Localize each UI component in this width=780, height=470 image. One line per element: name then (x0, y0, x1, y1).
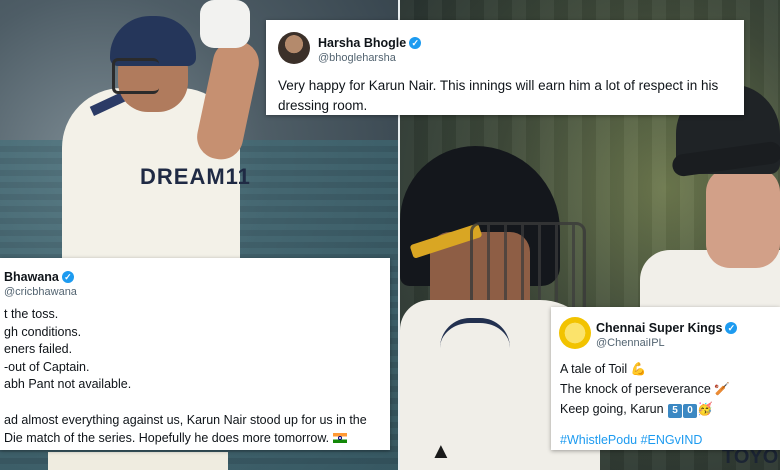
author-handle[interactable]: @bhogleharsha (318, 52, 421, 64)
keycap-digit-icon: 5 (668, 404, 683, 418)
tweet-line: eners failed. (4, 342, 73, 356)
helmet-grill (112, 58, 159, 94)
avatar[interactable] (278, 32, 310, 64)
player-trousers (48, 452, 228, 470)
tweet-card-chennai-super-kings[interactable]: Chennai Super Kings ✓ @ChennaiIPL A tale … (551, 307, 780, 450)
csk-logo-avatar[interactable] (559, 317, 591, 349)
jersey-sponsor-logo: DREAM11 (140, 164, 251, 189)
author-name[interactable]: Chennai Super Kings (596, 321, 722, 335)
tweet-card-harsha-bhogle[interactable]: Harsha Bhogle ✓ @bhogleharsha Very happy … (266, 20, 744, 115)
author-handle[interactable]: @cricbhawana (4, 286, 77, 298)
party-face-icon: 🥳 (697, 401, 713, 416)
verified-badge-icon: ✓ (61, 270, 74, 283)
tweet-line: The knock of perseverance (560, 382, 711, 396)
keycap-digit-icon: 0 (683, 404, 698, 418)
jersey-collar (440, 318, 510, 363)
tweet-line: t the toss. (4, 307, 59, 321)
tweet-text: ad almost everything against us, Karun N… (4, 413, 367, 445)
england-player-face (706, 168, 780, 268)
flexed-bicep-icon: 💪 (630, 361, 647, 376)
tweet-card-bhawana[interactable]: Bhawana ✓ @cricbhawana t the toss. gh con… (0, 258, 390, 450)
tweet-author: Bhawana ✓ @cricbhawana (4, 268, 77, 298)
india-flag-icon (332, 433, 347, 444)
author-name[interactable]: Harsha Bhogle (318, 36, 406, 50)
verified-badge-icon: ✓ (725, 321, 738, 334)
tweet-paragraph: ad almost everything against us, Karun N… (4, 412, 386, 447)
hashtag-link[interactable]: #WhistlePodu #ENGvIND (560, 433, 702, 447)
tweet-author: Harsha Bhogle ✓ @bhogleharsha (318, 34, 422, 64)
tweet-list: t the toss. gh conditions. eners failed.… (4, 306, 131, 394)
tweet-author: Chennai Super Kings ✓ @ChennaiIPL (596, 319, 738, 349)
tweet-text: A tale of Toil 💪 The knock of perseveran… (560, 359, 730, 419)
adidas-logo-icon: ▲ (430, 438, 452, 463)
verified-badge-icon: ✓ (409, 36, 422, 49)
tweet-line: Keep going, Karun (560, 402, 664, 416)
tweet-line: gh conditions. (4, 324, 82, 339)
tweet-text: Very happy for Karun Nair. This innings … (278, 78, 719, 113)
author-handle[interactable]: @ChennaiIPL (596, 337, 737, 349)
batting-glove-icon (200, 0, 250, 48)
tweet-line: A tale of Toil (560, 362, 628, 376)
tweet-line: -out of Captain. (4, 359, 90, 374)
tweet-line: abh Pant not available. (4, 377, 132, 391)
author-name[interactable]: Bhawana (4, 270, 59, 284)
cricket-bat-icon: 🏏 (714, 381, 730, 396)
